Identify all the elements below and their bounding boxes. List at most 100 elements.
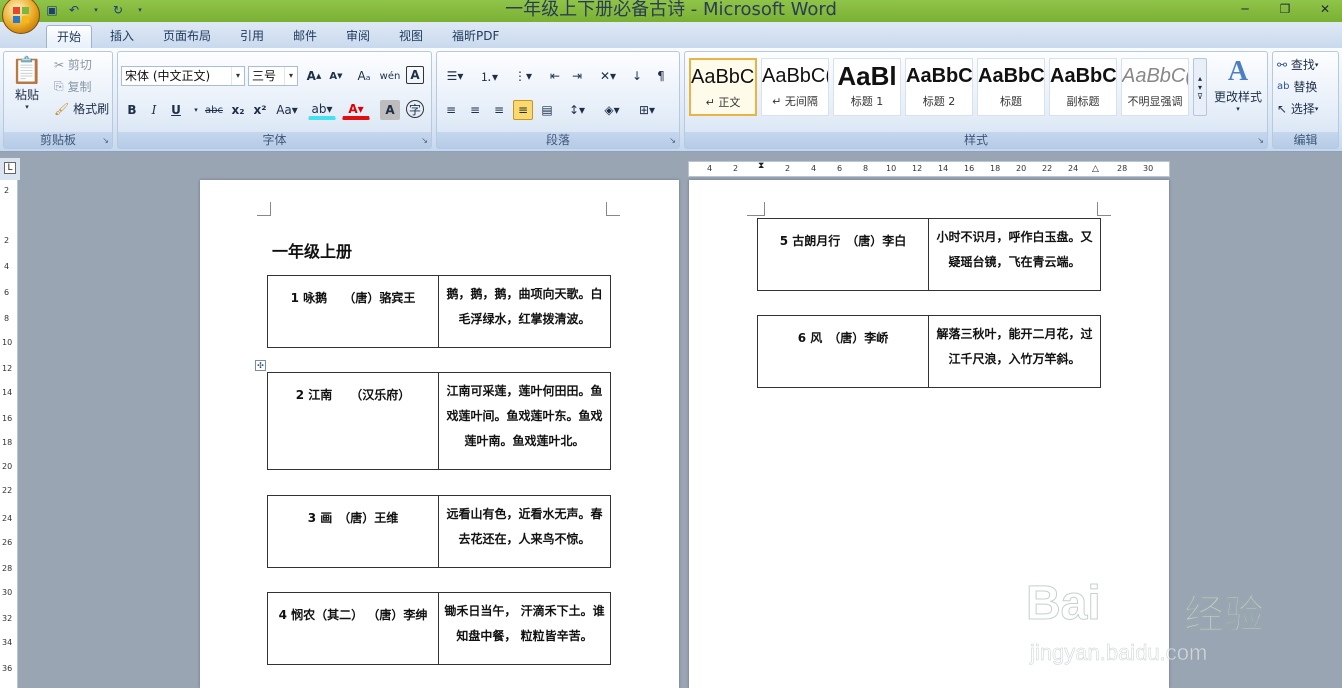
align-left-icon[interactable]: ≡ xyxy=(441,100,461,120)
change-styles-button[interactable]: A 更改样式 ▾ xyxy=(1211,56,1265,113)
poem-title-cell[interactable]: 5 古朗月行 （唐）李白 xyxy=(757,218,929,291)
asian-layout-icon[interactable]: ✕▾ xyxy=(593,66,623,86)
poem-table[interactable]: 5 古朗月行 （唐）李白 小时不识月，呼作白玉盘。又疑瑶台镜，飞在青云端。 xyxy=(757,218,1101,291)
poem-verse-cell[interactable]: 小时不识月，呼作白玉盘。又疑瑶台镜，飞在青云端。 xyxy=(928,218,1101,291)
poem-table[interactable]: 2 江南 （汉乐府） 江南可采莲，莲叶何田田。鱼戏莲叶间。鱼戏莲叶东。鱼戏莲叶南… xyxy=(267,372,611,470)
font-size-combo[interactable]: 三号 ▾ xyxy=(248,66,298,86)
document-heading[interactable]: 一年级上册 xyxy=(272,238,352,262)
tab-mailings[interactable]: 邮件 xyxy=(283,25,327,48)
tab-foxit-pdf[interactable]: 福昕PDF xyxy=(442,25,509,48)
tab-references[interactable]: 引用 xyxy=(230,25,274,48)
undo-icon[interactable]: ↶ xyxy=(66,2,82,18)
chevron-down-icon[interactable]: ▾ xyxy=(186,100,206,120)
indent-marker-icon[interactable]: ⧗ xyxy=(758,161,764,171)
style-subtle-emphasis[interactable]: AaBbC(不明显强调 xyxy=(1121,58,1189,116)
borders-icon[interactable]: ⊞▾ xyxy=(633,100,661,120)
enclose-char-icon[interactable]: 字 xyxy=(406,100,424,118)
change-case-icon[interactable]: Aa▾ xyxy=(274,100,300,120)
clear-format-icon[interactable]: Aₐ xyxy=(354,66,374,86)
chevron-up-icon[interactable]: ▴ xyxy=(1198,74,1202,83)
font-color-icon[interactable]: A▾ xyxy=(342,100,370,120)
customize-qat-icon[interactable]: ▾ xyxy=(132,2,148,18)
style-title[interactable]: AaBbC(标题 xyxy=(977,58,1045,116)
underline-icon[interactable]: U xyxy=(166,100,186,120)
font-name-combo[interactable]: 宋体 (中文正文) ▾ xyxy=(121,66,245,86)
close-button[interactable]: ✕ xyxy=(1314,2,1336,18)
strikethrough-icon[interactable]: abc xyxy=(204,100,224,120)
style-heading-2[interactable]: AaBbC(标题 2 xyxy=(905,58,973,116)
poem-title-cell[interactable]: 4 悯农（其二） （唐）李绅 xyxy=(267,592,439,665)
tab-review[interactable]: 审阅 xyxy=(336,25,380,48)
style-heading-1[interactable]: AaBl 标题 1 xyxy=(833,58,901,116)
poem-title-cell[interactable]: 6 风 （唐）李峤 xyxy=(757,315,929,388)
right-indent-marker-icon[interactable]: △ xyxy=(1092,164,1099,174)
find-button[interactable]: ⚯ 查找 ▾ xyxy=(1277,56,1318,73)
dialog-launcher-icon[interactable]: ↘ xyxy=(102,136,109,145)
dialog-launcher-icon[interactable]: ↘ xyxy=(1257,136,1264,145)
italic-icon[interactable]: I xyxy=(144,100,164,120)
minimize-button[interactable]: ─ xyxy=(1234,2,1256,18)
style-normal[interactable]: AaBbC(↵ 正文 xyxy=(689,58,757,116)
increase-indent-icon[interactable]: ⇥ xyxy=(567,66,587,86)
poem-verse-cell[interactable]: 江南可采莲，莲叶何田田。鱼戏莲叶间。鱼戏莲叶东。鱼戏莲叶南。鱼戏莲叶北。 xyxy=(438,372,611,470)
poem-table[interactable]: 3 画 （唐）王维 远看山有色，近看水无声。春去花还在，人来鸟不惊。 xyxy=(267,495,611,568)
chevron-down-icon[interactable]: ▾ xyxy=(231,67,244,85)
poem-title-cell[interactable]: 1 咏鹅 （唐）骆宾王 xyxy=(267,275,439,348)
poem-verse-cell[interactable]: 锄禾日当午， 汗滴禾下土。谁知盘中餐， 粒粒皆辛苦。 xyxy=(438,592,611,665)
poem-table[interactable]: 4 悯农（其二） （唐）李绅 锄禾日当午， 汗滴禾下土。谁知盘中餐， 粒粒皆辛苦… xyxy=(267,592,611,665)
document-page-left[interactable]: 一年级上册 ✣ 1 咏鹅 （唐）骆宾王 鹅，鹅，鹅，曲项向天歌。白毛浮绿水，红掌… xyxy=(200,180,679,688)
tab-view[interactable]: 视图 xyxy=(389,25,433,48)
bullets-icon[interactable]: ☰▾ xyxy=(441,66,469,86)
paste-button[interactable]: 📋 粘贴 ▾ xyxy=(10,56,44,126)
dialog-launcher-icon[interactable]: ↘ xyxy=(421,136,428,145)
char-shading-icon[interactable]: A xyxy=(380,100,400,120)
table-move-handle-icon[interactable]: ✣ xyxy=(255,360,266,371)
tab-home[interactable]: 开始 xyxy=(46,25,93,48)
superscript-icon[interactable]: x² xyxy=(250,100,270,120)
ruler-tab-selector[interactable]: L xyxy=(0,158,20,180)
sort-icon[interactable]: ↓ xyxy=(627,66,647,86)
chevron-down-icon[interactable]: ▾ xyxy=(1198,83,1202,92)
align-center-icon[interactable]: ≡ xyxy=(465,100,485,120)
poem-verse-cell[interactable]: 鹅，鹅，鹅，曲项向天歌。白毛浮绿水，红掌拨清波。 xyxy=(438,275,611,348)
tab-insert[interactable]: 插入 xyxy=(100,25,144,48)
dialog-launcher-icon[interactable]: ↘ xyxy=(669,136,676,145)
shading-icon[interactable]: ◈▾ xyxy=(597,100,627,120)
show-marks-icon[interactable]: ¶ xyxy=(651,66,671,86)
poem-table[interactable]: 1 咏鹅 （唐）骆宾王 鹅，鹅，鹅，曲项向天歌。白毛浮绿水，红掌拨清波。 xyxy=(267,275,611,348)
poem-title-cell[interactable]: 3 画 （唐）王维 xyxy=(267,495,439,568)
copy-button[interactable]: ⎘ 复制 xyxy=(54,78,91,95)
justify-icon[interactable]: ≡ xyxy=(513,100,533,120)
phonetic-guide-icon[interactable]: wén xyxy=(380,66,401,86)
grow-font-icon[interactable]: A ▲ xyxy=(304,66,324,86)
chevron-down-icon[interactable]: ▾ xyxy=(88,2,104,18)
char-border-icon[interactable]: A xyxy=(406,66,424,84)
poem-verse-cell[interactable]: 解落三秋叶，能开二月花，过江千尺浪，入竹万竿斜。 xyxy=(928,315,1101,388)
poem-table[interactable]: 6 风 （唐）李峤 解落三秋叶，能开二月花，过江千尺浪，入竹万竿斜。 xyxy=(757,315,1101,388)
horizontal-ruler[interactable]: 4 2 ⧗ 2 4 6 8 10 12 14 16 18 20 22 24 △ … xyxy=(688,161,1170,177)
styles-scroll[interactable]: ▴ ▾ ⊽ xyxy=(1193,58,1207,116)
style-subtitle[interactable]: AaBbC(副标题 xyxy=(1049,58,1117,116)
shrink-font-icon[interactable]: A ▼ xyxy=(326,66,346,86)
subscript-icon[interactable]: x₂ xyxy=(228,100,248,120)
format-painter-button[interactable]: 🖌 格式刷 xyxy=(54,100,109,117)
more-icon[interactable]: ⊽ xyxy=(1197,92,1203,101)
align-right-icon[interactable]: ≡ xyxy=(489,100,509,120)
multilevel-list-icon[interactable]: ⋮▾ xyxy=(509,66,537,86)
tab-page-layout[interactable]: 页面布局 xyxy=(153,25,221,48)
style-no-spacing[interactable]: AaBbC(↵ 无间隔 xyxy=(761,58,829,116)
highlight-icon[interactable]: ab▾ xyxy=(308,100,336,120)
bold-icon[interactable]: B xyxy=(122,100,142,120)
numbering-icon[interactable]: ⒈▾ xyxy=(475,66,503,86)
vertical-ruler[interactable]: 2 2 4 6 8 10 12 14 16 18 20 22 24 26 28 … xyxy=(0,180,18,688)
poem-title-cell[interactable]: 2 江南 （汉乐府） xyxy=(267,372,439,470)
select-button[interactable]: ↖ 选择 ▾ xyxy=(1277,100,1318,117)
decrease-indent-icon[interactable]: ⇤ xyxy=(545,66,565,86)
replace-button[interactable]: ab 替换 xyxy=(1277,78,1317,95)
maximize-button[interactable]: ❐ xyxy=(1274,2,1296,18)
line-spacing-icon[interactable]: ↕▾ xyxy=(563,100,591,120)
chevron-down-icon[interactable]: ▾ xyxy=(284,67,297,85)
cut-button[interactable]: ✂ 剪切 xyxy=(54,56,92,73)
distributed-icon[interactable]: ▤ xyxy=(537,100,557,120)
save-icon[interactable]: ▣ xyxy=(44,2,60,18)
